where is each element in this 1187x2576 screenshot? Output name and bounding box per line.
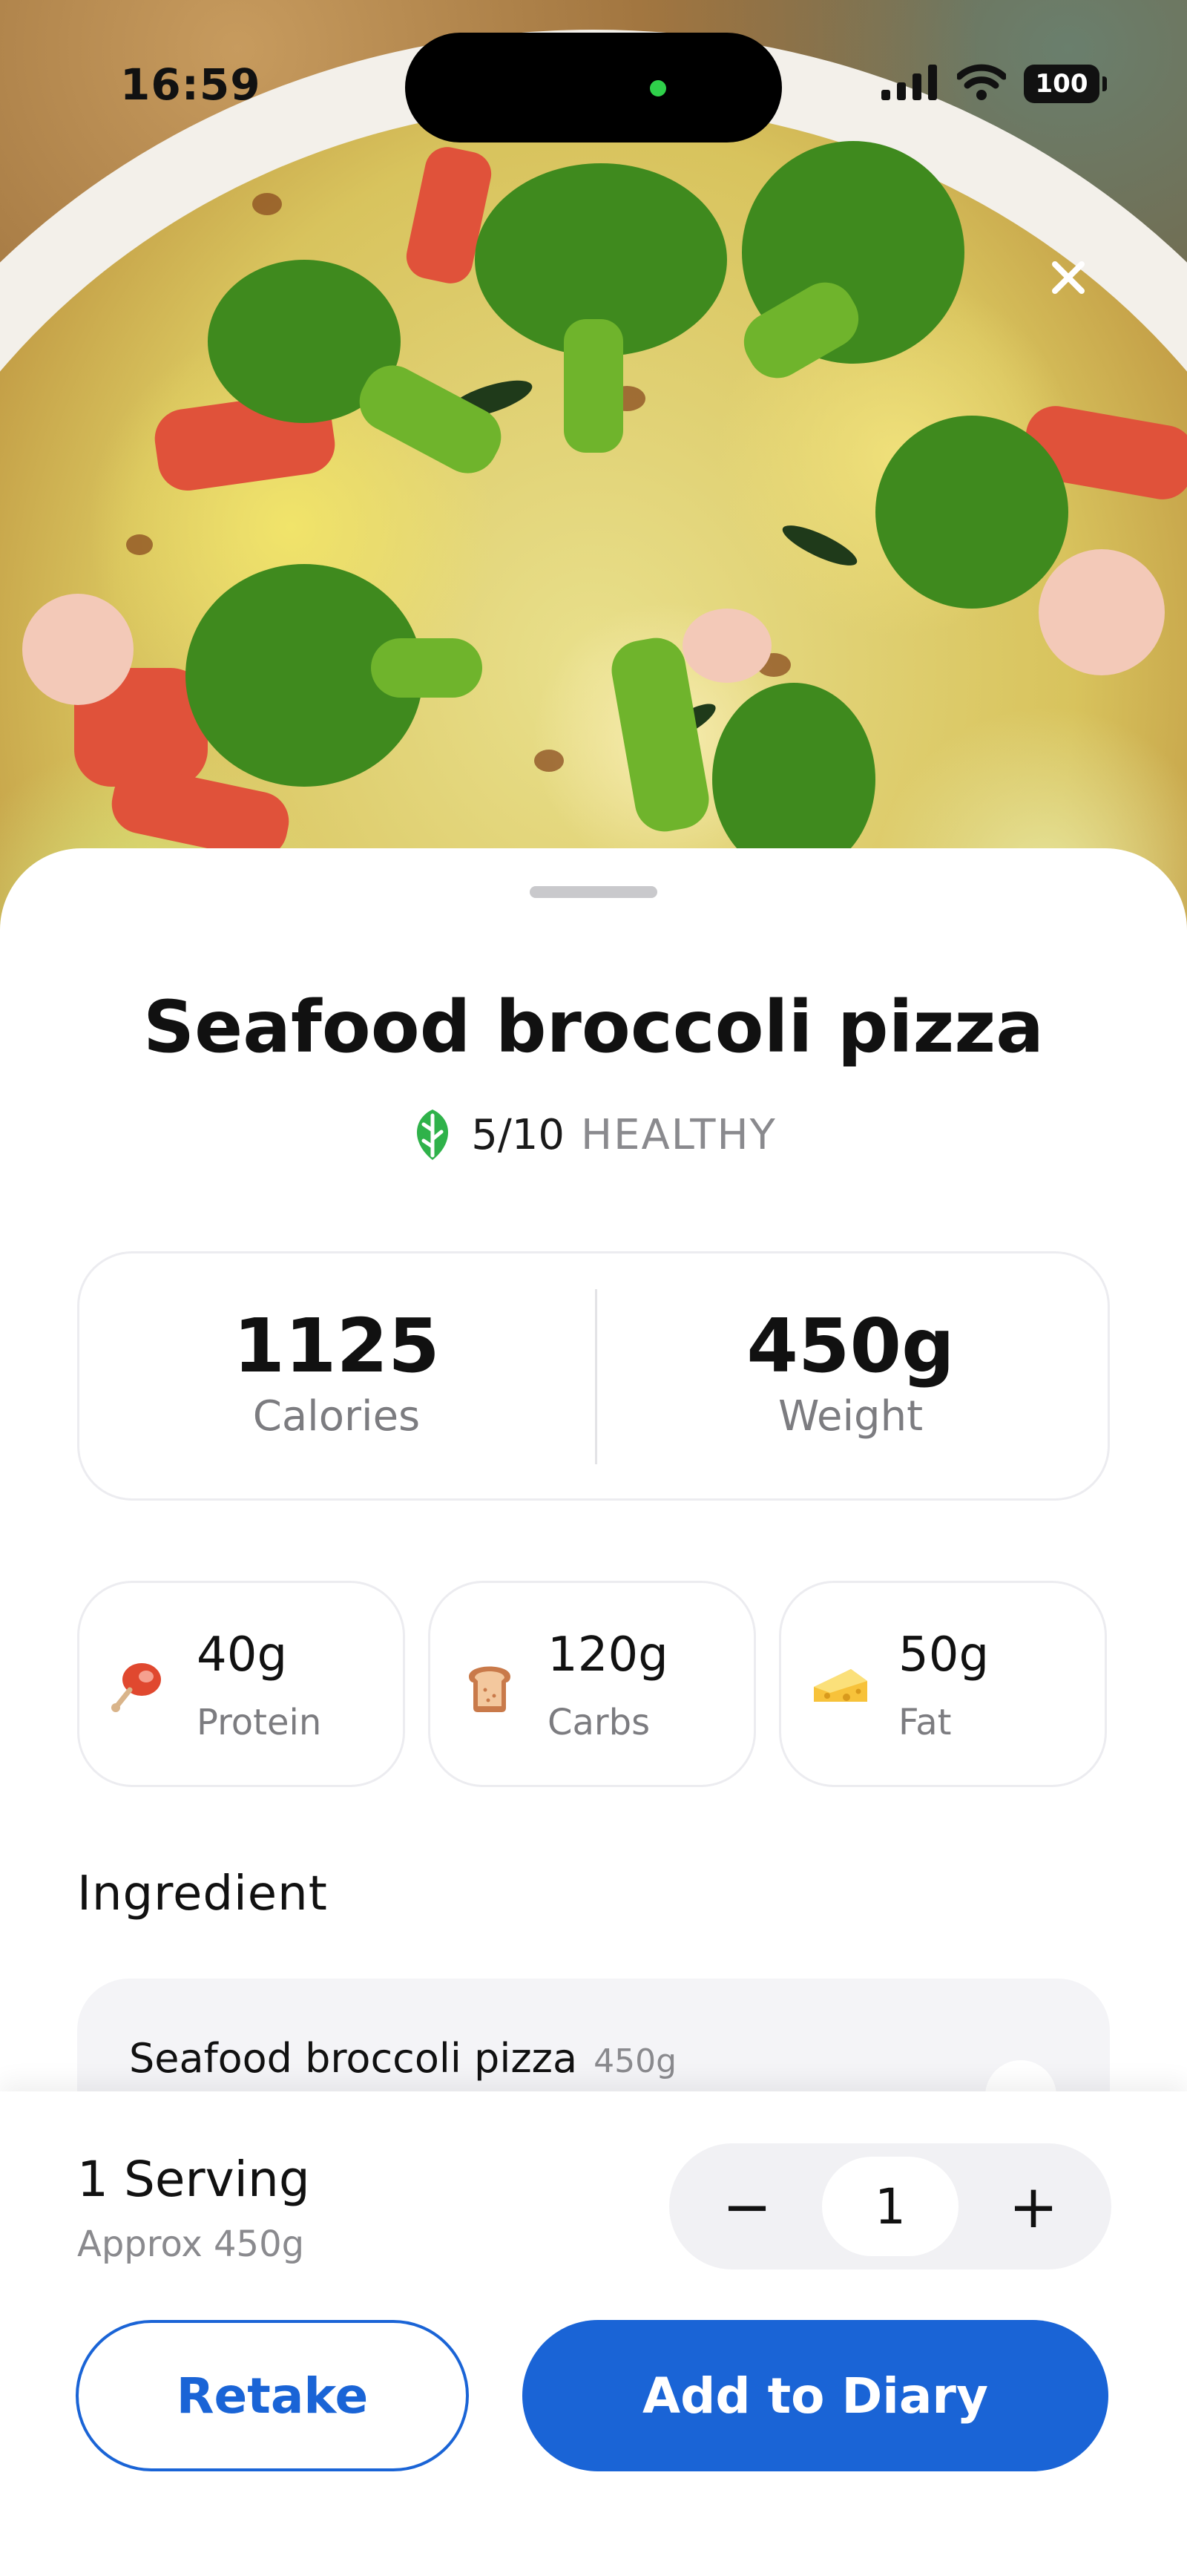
broccoli-stem (564, 319, 623, 453)
status-time: 16:59 (120, 59, 261, 110)
weight-summary: 450g Weight (594, 1253, 1108, 1498)
ingredient-weight: 450g (594, 2042, 677, 2080)
cheese-icon (814, 1669, 867, 1702)
ingredient-name: Seafood broccoli pizza (129, 2035, 578, 2082)
dynamic-island (405, 33, 782, 142)
meat-icon (111, 1663, 161, 1712)
topping-spot (252, 193, 282, 215)
broccoli (712, 683, 875, 876)
wifi-icon (956, 64, 1007, 104)
macro-carbs: 120g Carbs (428, 1581, 756, 1787)
health-label: HEALTHY (580, 1110, 777, 1159)
signal-icon (881, 65, 939, 103)
summary-card: 1125 Calories 450g Weight (77, 1251, 1110, 1501)
camera-indicator (650, 80, 666, 96)
battery-icon: 100 (1024, 65, 1107, 103)
leaf-icon (417, 1110, 449, 1160)
serving-label: 1 Serving (77, 2151, 310, 2208)
shrimp (683, 609, 772, 683)
decrease-button[interactable]: − (684, 2143, 810, 2269)
calories-summary: 1125 Calories (79, 1253, 594, 1498)
quantity-value[interactable]: 1 (822, 2157, 959, 2256)
macro-fat: 50g Fat (779, 1581, 1107, 1787)
broccoli-stem (371, 638, 482, 698)
fat-value: 50g (898, 1628, 990, 1682)
macro-protein: 40g Protein (77, 1581, 405, 1787)
bottom-bar: 1 Serving Approx 450g − 1 + Retake Add t… (0, 2091, 1187, 2576)
calories-value: 1125 (233, 1302, 440, 1389)
broccoli (875, 416, 1068, 609)
ingredient-title: Ingredient (77, 1867, 328, 1921)
bread-icon (469, 1666, 510, 1712)
shrimp (1039, 549, 1165, 675)
protein-label: Protein (197, 1702, 322, 1743)
weight-value: 450g (746, 1302, 955, 1389)
weight-label: Weight (777, 1392, 924, 1441)
carbs-value: 120g (548, 1628, 668, 1682)
health-score: 5/10 (471, 1110, 565, 1159)
carbs-label: Carbs (548, 1702, 651, 1743)
calories-label: Calories (252, 1392, 421, 1441)
topping-spot (534, 750, 564, 772)
close-button[interactable] (1037, 246, 1099, 309)
retake-button[interactable]: Retake (76, 2320, 469, 2471)
status-icons: 100 (881, 64, 1107, 104)
serving-approx: Approx 450g (77, 2223, 305, 2265)
protein-value: 40g (197, 1628, 288, 1682)
food-title: Seafood broccoli pizza (142, 986, 1044, 1069)
quantity-stepper: − 1 + (669, 2143, 1111, 2269)
increase-button[interactable]: + (970, 2143, 1096, 2269)
add-to-diary-button[interactable]: Add to Diary (522, 2320, 1108, 2471)
topping-spot (126, 534, 153, 555)
health-rating: 5/10 HEALTHY (0, 1108, 1187, 1161)
food-photo (0, 0, 1187, 965)
drag-handle[interactable] (530, 886, 657, 898)
close-icon (1052, 261, 1085, 294)
shrimp (22, 594, 134, 705)
ingredient-line: Seafood broccoli pizza 450g (129, 2035, 677, 2082)
fat-label: Fat (898, 1702, 952, 1743)
